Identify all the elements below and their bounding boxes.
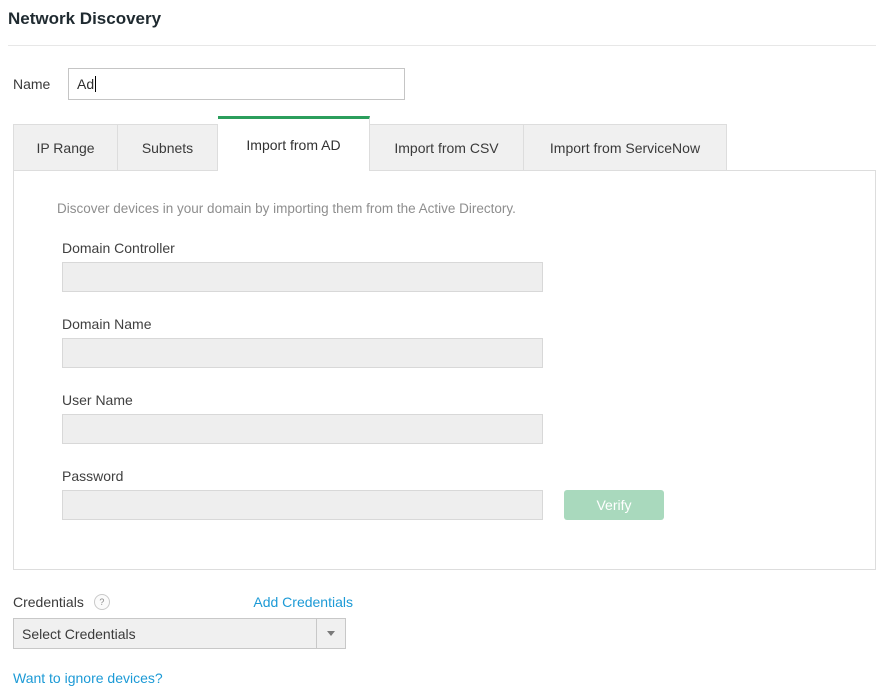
domain-controller-input[interactable] xyxy=(62,262,543,292)
text-caret xyxy=(95,76,96,92)
credentials-label: Credentials xyxy=(13,594,84,610)
password-group: Password Verify xyxy=(62,468,875,520)
discovery-name-input[interactable]: Ad xyxy=(68,68,405,100)
user-name-label: User Name xyxy=(62,392,875,408)
credentials-select[interactable]: Select Credentials xyxy=(13,618,346,649)
password-input[interactable] xyxy=(62,490,543,520)
dropdown-arrow-box[interactable] xyxy=(316,619,345,648)
name-label: Name xyxy=(13,76,68,92)
help-icon[interactable]: ? xyxy=(94,594,110,610)
domain-name-label: Domain Name xyxy=(62,316,875,332)
verify-button[interactable]: Verify xyxy=(564,490,664,520)
name-row: Name Ad xyxy=(13,68,876,100)
name-input-value: Ad xyxy=(77,76,94,92)
page-title: Network Discovery xyxy=(8,6,876,32)
tab-strip: IP Range Subnets Import from AD Import f… xyxy=(13,116,876,171)
import-from-ad-panel: Discover devices in your domain by impor… xyxy=(13,170,876,570)
domain-controller-group: Domain Controller xyxy=(62,240,875,292)
user-name-group: User Name xyxy=(62,392,875,444)
tab-subnets[interactable]: Subnets xyxy=(118,124,218,171)
tab-import-from-servicenow[interactable]: Import from ServiceNow xyxy=(524,124,727,171)
add-credentials-link[interactable]: Add Credentials xyxy=(253,594,353,610)
user-name-input[interactable] xyxy=(62,414,543,444)
domain-name-group: Domain Name xyxy=(62,316,875,368)
tab-import-from-csv[interactable]: Import from CSV xyxy=(370,124,524,171)
credentials-row: Credentials ? Add Credentials xyxy=(13,594,353,610)
domain-name-input[interactable] xyxy=(62,338,543,368)
password-row: Verify xyxy=(62,484,875,520)
panel-description: Discover devices in your domain by impor… xyxy=(57,201,875,216)
title-divider xyxy=(8,45,876,46)
credentials-select-value: Select Credentials xyxy=(14,626,316,642)
chevron-down-icon xyxy=(327,631,335,636)
discovery-tabs: IP Range Subnets Import from AD Import f… xyxy=(13,116,876,570)
password-label: Password xyxy=(62,468,875,484)
domain-controller-label: Domain Controller xyxy=(62,240,875,256)
tab-import-from-ad[interactable]: Import from AD xyxy=(218,116,370,171)
tab-ip-range[interactable]: IP Range xyxy=(13,124,118,171)
ignore-devices-link[interactable]: Want to ignore devices? xyxy=(13,670,163,686)
